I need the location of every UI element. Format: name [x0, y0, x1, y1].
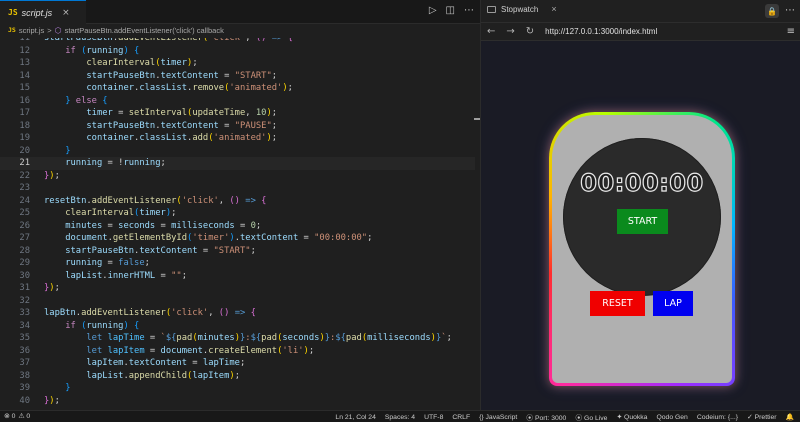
end-of-line[interactable]: CRLF: [452, 414, 470, 421]
more-actions-icon[interactable]: ⋯: [785, 5, 795, 17]
url-bar[interactable]: http://127.0.0.1:3000/index.html: [545, 27, 657, 36]
qodo-gen-button[interactable]: Qodo Gen: [656, 414, 687, 421]
code-line: 37 lapItem.textContent = lapTime;: [19, 358, 246, 368]
codeium-status[interactable]: Codeium: {...}: [697, 414, 738, 421]
symbol-method-icon: ⬡: [54, 25, 62, 35]
breadcrumb-symbol[interactable]: startPauseBtn.addEventListener('click') …: [65, 26, 224, 35]
code-line: 15 container.classList.remove('animated'…: [19, 83, 293, 93]
code-line: 39 }: [19, 383, 71, 393]
code-editor: JS script.js × ▷ ◫ ⋯ JS script.js > ⬡ st…: [0, 0, 480, 410]
code-line: 40});: [19, 395, 60, 406]
code-line: 35 let lapTime = `${pad(minutes)}:${pad(…: [19, 333, 452, 343]
workspace: JS script.js × ▷ ◫ ⋯ JS script.js > ⬡ st…: [0, 0, 800, 422]
quokka-button[interactable]: ✦ Quokka: [616, 413, 647, 421]
lock-icon[interactable]: 🔒: [765, 4, 779, 18]
bell-icon[interactable]: 🔔: [786, 413, 794, 421]
page-viewport: 00:00:00 START RESET LAP: [481, 41, 800, 410]
code-area[interactable]: 11 startPauseBtn.addEventListener('click'…: [0, 38, 475, 410]
chevron-right-icon: >: [47, 25, 52, 35]
lap-button[interactable]: LAP: [653, 291, 693, 316]
more-actions-icon[interactable]: ⋯: [464, 5, 474, 17]
split-editor-icon[interactable]: ◫: [446, 5, 455, 17]
code-line: 24 resetBtn.addEventListener('click', () …: [19, 195, 267, 206]
browser-tabbar: Stopwatch × 🔒 ⋯: [481, 0, 800, 23]
javascript-file-icon: JS: [8, 26, 16, 34]
browser-tab-stopwatch[interactable]: Stopwatch ×: [487, 4, 557, 14]
code-line: 23: [19, 183, 30, 193]
reload-icon[interactable]: ↻: [526, 26, 534, 37]
cursor-position[interactable]: Ln 21, Col 24: [335, 414, 375, 421]
code-line: 12 if (running) {: [19, 45, 140, 56]
code-line: 19 container.classList.add('animated');: [19, 133, 278, 143]
code-line: 25 clearInterval(timer);: [19, 208, 177, 218]
code-line: 36 let lapItem = document.createElement(…: [19, 345, 315, 356]
breadcrumb: JS script.js > ⬡ startPauseBtn.addEventL…: [0, 24, 480, 36]
code-line: 17 timer = setInterval(updateTime, 10);: [19, 108, 278, 118]
editor-tabbar: JS script.js × ▷ ◫ ⋯: [0, 0, 480, 24]
code-line: 33 lapBtn.addEventListener('click', () =>…: [19, 308, 256, 318]
code-line: 32: [19, 295, 30, 306]
code-line: 18 startPauseBtn.textContent = "PAUSE";: [19, 120, 278, 131]
browser-actions: 🔒 ⋯: [765, 4, 795, 18]
code-line: 31});: [19, 283, 60, 293]
code-line: 14 startPauseBtn.textContent = "START";: [19, 70, 278, 81]
browser-preview: Stopwatch × 🔒 ⋯ ← → ↻ http://127.0.0.1:3…: [480, 0, 800, 410]
encoding[interactable]: UTF-8: [424, 414, 443, 421]
back-arrow-icon[interactable]: ←: [487, 26, 495, 37]
code-line: 28 startPauseBtn.textContent = "START";: [19, 245, 256, 256]
go-live-button[interactable]: ⦿ Go Live: [575, 412, 607, 422]
code-line-active: 21 running = !running;: [0, 157, 475, 170]
browser-tab-title: Stopwatch: [501, 4, 539, 14]
indentation[interactable]: Spaces: 4: [385, 414, 415, 421]
tab-script-js[interactable]: JS script.js ×: [0, 0, 86, 24]
editor-actions: ▷ ◫ ⋯: [429, 5, 474, 17]
forward-arrow-icon[interactable]: →: [506, 26, 514, 37]
code-line: 16 } else {: [19, 95, 108, 106]
browser-navbar: ← → ↻ http://127.0.0.1:3000/index.html ≡: [481, 23, 800, 41]
code-line: 13 clearInterval(timer);: [19, 58, 198, 68]
port-indicator[interactable]: ⦿ Port: 3000: [526, 412, 566, 422]
status-bar: ⊗ 0 ⚠ 0 Ln 21, Col 24 Spaces: 4 UTF-8 CR…: [0, 410, 800, 422]
menu-icon[interactable]: ≡: [787, 26, 795, 37]
timer-display: 00:00:00: [580, 168, 704, 197]
tab-label: script.js: [21, 7, 53, 18]
language-mode[interactable]: {} JavaScript: [479, 414, 517, 421]
code-line: 20 }: [19, 145, 71, 156]
close-icon[interactable]: ×: [62, 8, 70, 18]
errors-count[interactable]: ⊗ 0: [4, 412, 15, 420]
code-line: 26 minutes = seconds = milliseconds = 0;: [19, 220, 262, 231]
javascript-file-icon: JS: [8, 8, 18, 17]
code-line: 27 document.getElementById('timer').text…: [19, 233, 373, 243]
code-line: 30 lapList.innerHTML = "";: [19, 270, 188, 281]
start-button[interactable]: START: [617, 209, 668, 234]
code-line: 34 if (running) {: [19, 320, 140, 331]
reset-button[interactable]: RESET: [590, 291, 645, 316]
prettier-status[interactable]: ✓ Prettier: [747, 413, 777, 421]
code-line: 22});: [19, 170, 60, 181]
run-icon[interactable]: ▷: [429, 5, 437, 17]
page-icon: [487, 5, 496, 13]
close-icon[interactable]: ×: [551, 4, 556, 14]
code-line: 29 running = false;: [19, 258, 150, 268]
code-line: 38 lapList.appendChild(lapItem);: [19, 370, 240, 381]
breadcrumb-file[interactable]: script.js: [19, 26, 44, 35]
warnings-count[interactable]: ⚠ 0: [18, 412, 30, 420]
